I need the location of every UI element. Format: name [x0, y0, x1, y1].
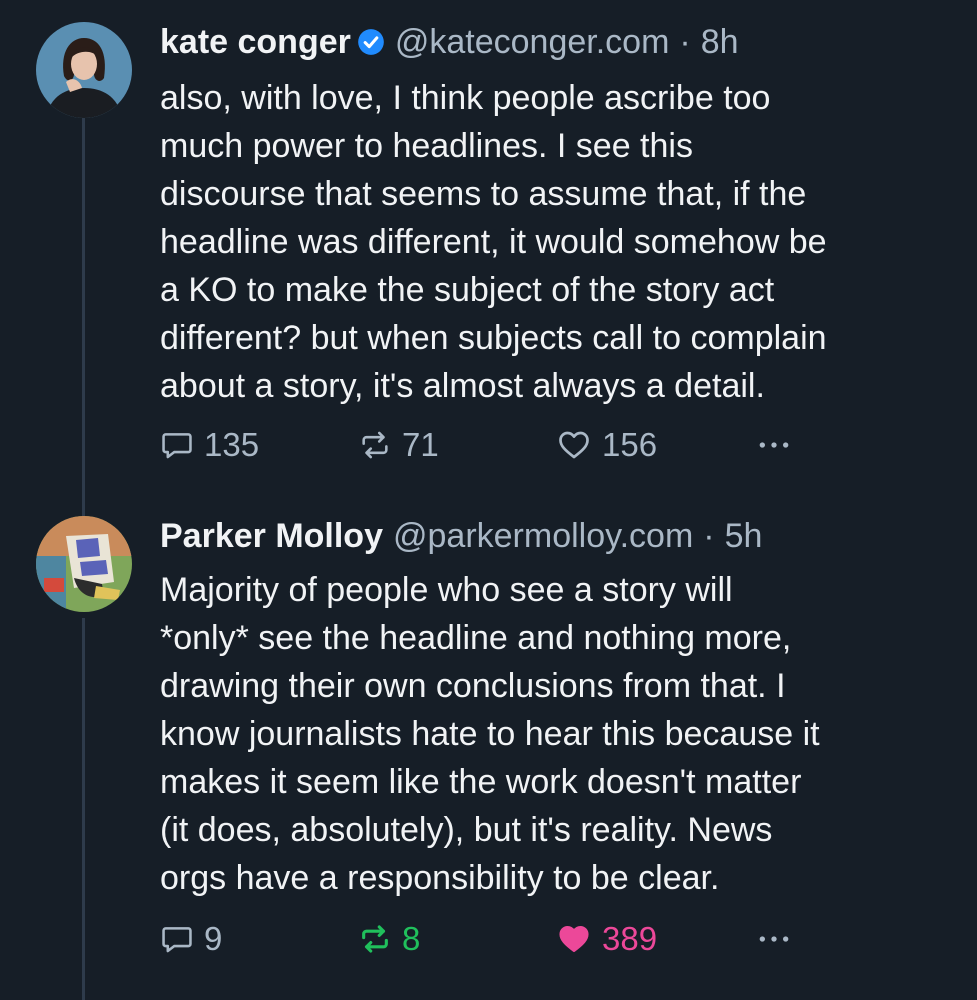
- speech-bubble-icon: [162, 433, 192, 459]
- like-button[interactable]: 156: [556, 425, 657, 465]
- like-count: 156: [602, 426, 658, 463]
- repost-button[interactable]: 71: [358, 425, 439, 465]
- more-options-button[interactable]: [754, 425, 794, 465]
- reply-button[interactable]: 135: [160, 425, 259, 465]
- repost-arrows-icon: [362, 925, 388, 953]
- like-count: 389: [602, 920, 658, 957]
- repost-count: 8: [402, 920, 421, 957]
- ellipsis-icon: [759, 442, 789, 448]
- like-button[interactable]: 389: [556, 919, 657, 959]
- repost-button[interactable]: 8: [358, 919, 420, 959]
- avatar[interactable]: [36, 22, 132, 118]
- heart-icon: [559, 431, 589, 459]
- thread-line: [82, 118, 85, 520]
- repost-count: 71: [402, 426, 439, 463]
- post-text: Majority of people who see a story will …: [160, 571, 820, 897]
- post-text: also, with love, I think people ascribe …: [160, 79, 827, 405]
- handle[interactable]: @parkermolloy.com: [393, 516, 693, 556]
- thread-line: [82, 618, 85, 1000]
- heart-icon: [559, 925, 589, 953]
- handle[interactable]: @kateconger.com: [395, 22, 670, 62]
- display-name[interactable]: kate conger: [160, 22, 351, 62]
- repost-arrows-icon: [362, 431, 388, 459]
- speech-bubble-icon: [162, 927, 192, 953]
- more-options-button[interactable]: [754, 919, 794, 959]
- reply-count: 9: [204, 920, 223, 957]
- post-actions: 9 8 389: [160, 919, 810, 959]
- reply-count: 135: [204, 426, 260, 463]
- ellipsis-icon: [759, 936, 789, 942]
- avatar[interactable]: [36, 516, 132, 612]
- reply-button[interactable]: 9: [160, 919, 222, 959]
- timestamp[interactable]: 8h: [701, 22, 739, 62]
- post-actions: 135 71 156: [160, 425, 810, 465]
- timestamp[interactable]: 5h: [725, 516, 763, 556]
- separator-dot: ·: [679, 23, 691, 61]
- verified-check-icon: [357, 28, 385, 56]
- display-name[interactable]: Parker Molloy: [160, 516, 383, 556]
- separator-dot: ·: [703, 517, 715, 555]
